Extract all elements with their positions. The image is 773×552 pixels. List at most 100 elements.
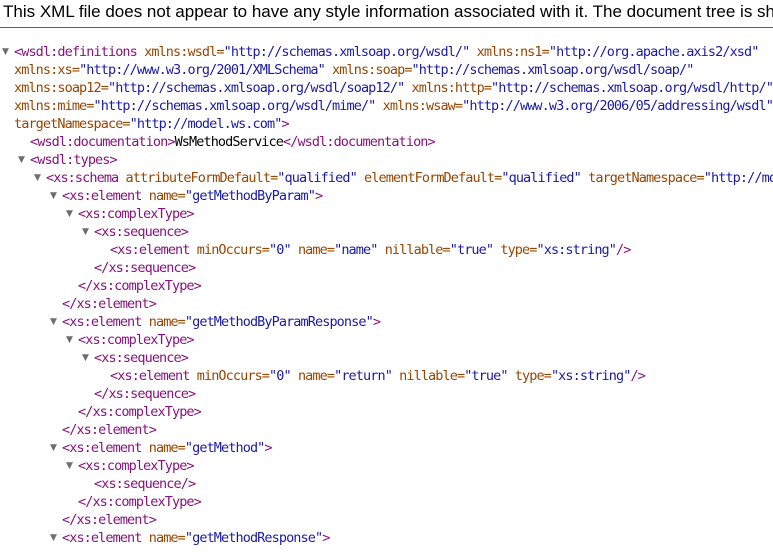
xml-attribute-value: "name"	[334, 242, 378, 258]
xml-tag: </xs:element>	[62, 422, 157, 438]
xml-line-content: </xs:sequence>	[94, 259, 196, 277]
xml-tag: </wsdl:documentation>	[282, 134, 436, 150]
xml-line: </xs:element>	[0, 511, 773, 529]
xml-line-content: <xs:sequence>	[94, 349, 189, 367]
xml-tag: <wsdl:types>	[30, 152, 118, 168]
xml-attribute-value: "xs:string"	[536, 242, 617, 258]
xml-line: ▼ <xs:complexType>	[0, 457, 773, 475]
xml-line: xmlns:soap12="http://schemas.xmlsoap.org…	[0, 79, 773, 97]
xml-tag: <xs:complexType>	[78, 206, 195, 222]
xml-line-content: <xs:element name="getMethodByParamRespon…	[62, 313, 381, 331]
xml-attribute-name: minOccurs=	[189, 368, 270, 384]
xml-line: ▼ <wsdl:definitions xmlns:wsdl="http://sc…	[0, 43, 773, 61]
xml-attribute-name: xmlns:wsdl=	[136, 44, 224, 60]
xml-attribute-value: "http://schemas.xmlsoap.org/wsdl/soap/"	[411, 62, 695, 78]
xml-attribute-name: xmlns:mime=	[14, 98, 94, 114]
xml-line: </xs:complexType>	[0, 403, 773, 421]
no-style-info-message: This XML file does not appear to have an…	[3, 2, 773, 21]
xml-attribute-name: targetNamespace=	[14, 116, 131, 132]
xml-line-content: </xs:element>	[62, 295, 157, 313]
xml-attribute-value: "qualified"	[501, 170, 581, 186]
xml-tag: <xs:element	[110, 368, 190, 384]
no-style-info-banner: This XML file does not appear to have an…	[0, 0, 773, 28]
xml-line-content: </xs:element>	[62, 421, 157, 439]
triangle-down-icon[interactable]: ▼	[82, 223, 94, 241]
xml-line: </xs:complexType>	[0, 493, 773, 511]
xml-line: <xs:element minOccurs="0" name="name" ni…	[0, 241, 773, 259]
xml-line: ▼ <xs:element name="getMethodByParam">	[0, 187, 773, 205]
xml-attribute-value: "http://org.apache.axis2/xsd"	[548, 44, 760, 60]
xml-attribute-name: xmlns:wsaw=	[375, 98, 463, 114]
xml-line-content: <xs:element minOccurs="0" name="name" ni…	[110, 241, 631, 259]
xml-line-content: <xs:element name="getMethod">	[62, 439, 273, 457]
xml-tag: <xs:sequence>	[94, 350, 189, 366]
xml-line: </xs:element>	[0, 421, 773, 439]
xml-line-content: <wsdl:documentation>WsMethodService</wsd…	[30, 133, 436, 151]
xml-line-content: </xs:complexType>	[78, 277, 202, 295]
triangle-down-icon[interactable]: ▼	[66, 457, 78, 475]
xml-line-content: <xs:sequence/>	[94, 475, 196, 493]
xml-line-content: targetNamespace="http://model.ws.com">	[14, 115, 290, 133]
xml-attribute-value: "http://www.w3.org/2001/XMLSchema"	[79, 62, 326, 78]
xml-tag: <xs:sequence/>	[94, 476, 196, 492]
xml-line: </xs:sequence>	[0, 385, 773, 403]
xml-attribute-value: "http://schemas.xmlsoap.org/wsdl/mime/"	[93, 98, 377, 114]
xml-attribute-name: nillable=	[391, 368, 465, 384]
xml-tag: <xs:element	[110, 242, 190, 258]
triangle-down-icon[interactable]: ▼	[34, 169, 46, 187]
xml-attribute-value: "http://www.w3.org/2006/05/addressing/ws…	[462, 98, 773, 114]
triangle-down-icon[interactable]: ▼	[50, 187, 62, 205]
xml-line: ▼ <xs:element name="getMethod">	[0, 439, 773, 457]
triangle-down-icon[interactable]: ▼	[2, 43, 14, 61]
xml-attribute-name: xmlns:xs=	[14, 62, 80, 78]
xml-tag: >	[281, 116, 289, 132]
xml-line-content: xmlns:xs="http://www.w3.org/2001/XMLSche…	[14, 61, 695, 79]
xml-line: <wsdl:documentation>WsMethodService</wsd…	[0, 133, 773, 151]
xml-tag: <xs:sequence>	[94, 224, 189, 240]
xml-line: ▼ <xs:sequence>	[0, 349, 773, 367]
xml-line-content: xmlns:soap12="http://schemas.xmlsoap.org…	[14, 79, 773, 97]
xml-line: </xs:sequence>	[0, 259, 773, 277]
triangle-down-icon[interactable]: ▼	[66, 331, 78, 349]
xml-line: </xs:complexType>	[0, 277, 773, 295]
xml-line: ▼ <xs:complexType>	[0, 331, 773, 349]
xml-attribute-name: type=	[493, 242, 537, 258]
xml-attribute-value: "0"	[269, 368, 292, 384]
xml-line-content: <xs:complexType>	[78, 205, 195, 223]
xml-tag: <xs:element	[62, 530, 142, 546]
xml-attribute-name: targetNamespace=	[580, 170, 705, 186]
xml-line-content: <xs:sequence>	[94, 223, 189, 241]
triangle-down-icon[interactable]: ▼	[82, 349, 94, 367]
xml-line-content: <xs:schema attributeFormDefault="qualifi…	[46, 169, 773, 187]
xml-tag: <xs:complexType>	[78, 332, 195, 348]
xml-line-content: <xs:element name="getMethodResponse">	[62, 529, 330, 547]
xml-tag: </xs:complexType>	[78, 278, 202, 294]
xml-attribute-value: "http://schemas.xmlsoap.org/wsdl/http/"	[491, 80, 773, 96]
xml-line-content: <xs:complexType>	[78, 331, 195, 349]
xml-tag: <xs:complexType>	[78, 458, 195, 474]
xml-line-content: xmlns:mime="http://schemas.xmlsoap.org/w…	[14, 97, 773, 115]
xml-text: WsMethodService	[174, 134, 284, 150]
xml-tag: </xs:element>	[62, 512, 157, 528]
xml-attribute-value: "http://model.ws.com"	[703, 170, 773, 186]
triangle-down-icon[interactable]: ▼	[66, 205, 78, 223]
xml-attribute-name: name=	[290, 242, 335, 258]
xml-line: <xs:sequence/>	[0, 475, 773, 493]
triangle-down-icon[interactable]: ▼	[50, 313, 62, 331]
xml-attribute-name: nillable=	[377, 242, 451, 258]
xml-tag: />	[630, 368, 645, 384]
xml-attribute-value: "getMethodResponse"	[184, 530, 323, 546]
triangle-down-icon[interactable]: ▼	[50, 439, 62, 457]
xml-attribute-value: "true"	[449, 242, 494, 258]
xml-tag: <xs:element	[62, 188, 142, 204]
xml-tag: </xs:complexType>	[78, 404, 202, 420]
xml-tag: >	[372, 314, 381, 330]
xml-line: </xs:element>	[0, 295, 773, 313]
xml-attribute-value: "qualified"	[277, 170, 357, 186]
triangle-down-icon[interactable]: ▼	[50, 529, 62, 547]
xml-line-content: <xs:element minOccurs="0" name="return" …	[110, 367, 646, 385]
xml-attribute-name: type=	[507, 368, 552, 384]
xml-attribute-value: "return"	[334, 368, 393, 384]
xml-line: xmlns:xs="http://www.w3.org/2001/XMLSche…	[0, 61, 773, 79]
triangle-down-icon[interactable]: ▼	[18, 151, 30, 169]
